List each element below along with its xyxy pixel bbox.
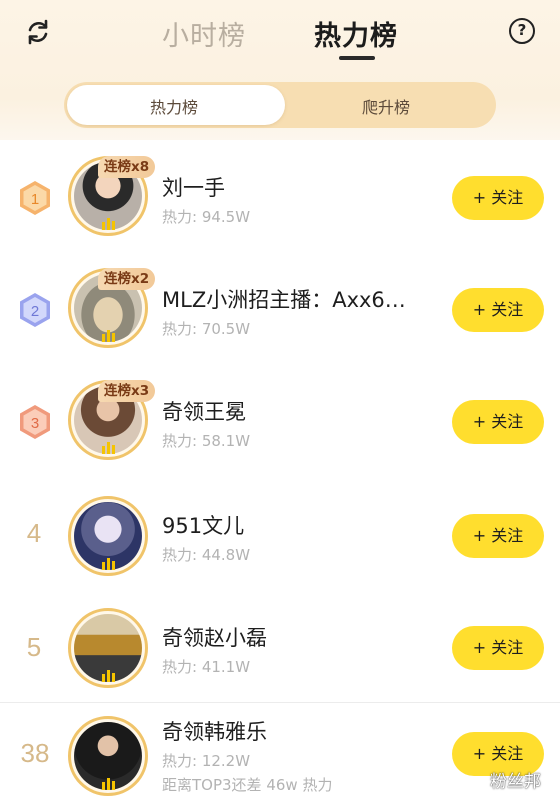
sub-tab-switch: 热力榜 爬升榜 <box>64 82 496 128</box>
follow-button[interactable]: + 关注 <box>452 288 544 332</box>
refresh-icon[interactable] <box>24 18 52 46</box>
heat-value: 热力: 44.8W <box>162 546 251 564</box>
live-bars-icon <box>102 670 115 682</box>
heat-value: 热力: 12.2W <box>162 752 251 770</box>
rank-number: 3 <box>31 415 39 432</box>
tab-active-indicator <box>339 56 375 60</box>
streamer-name: MLZ小洲招主播：Axx6… <box>162 288 406 312</box>
live-bars-icon <box>102 558 115 570</box>
rank-3-badge-icon: 3 <box>20 405 50 439</box>
sub-tab-climb[interactable]: 爬升榜 <box>362 94 410 118</box>
follow-button[interactable]: + 关注 <box>452 176 544 220</box>
rank-number: 1 <box>31 191 39 208</box>
streamer-name: 奇领赵小磊 <box>162 626 267 650</box>
streak-badge: 连榜x3 <box>98 380 156 402</box>
rank-number: 2 <box>31 303 39 320</box>
live-bars-icon <box>102 330 115 342</box>
streamer-name: 951文儿 <box>162 514 245 538</box>
follow-button[interactable]: + 关注 <box>452 400 544 444</box>
gap-to-top3: 距离TOP3还差 46w 热力 <box>162 776 333 794</box>
live-bars-icon <box>102 442 115 454</box>
live-bars-icon <box>102 218 115 230</box>
live-bars-icon <box>102 778 115 790</box>
streamer-name: 奇领王冕 <box>162 400 246 424</box>
list-item[interactable]: 5 奇领赵小磊 热力: 41.1W + 关注 <box>0 590 560 702</box>
heat-value: 热力: 94.5W <box>162 208 251 226</box>
rank-2-badge-icon: 2 <box>20 293 50 327</box>
heat-value: 热力: 58.1W <box>162 432 251 450</box>
tab-heat[interactable]: 热力榜 <box>314 14 398 53</box>
tab-hourly[interactable]: 小时榜 <box>162 14 246 53</box>
streak-badge: 连榜x8 <box>98 156 156 178</box>
watermark: 粉丝邦 <box>490 772 541 792</box>
rank-1-badge-icon: 1 <box>20 181 50 215</box>
help-icon[interactable]: ? <box>509 18 535 44</box>
streamer-name: 奇领韩雅乐 <box>162 720 267 744</box>
follow-button[interactable]: + 关注 <box>452 514 544 558</box>
list-item[interactable]: 2 连榜x2 MLZ小洲招主播：Axx6… 热力: 70.5W + 关注 <box>0 254 560 366</box>
streak-badge: 连榜x2 <box>98 268 156 290</box>
rank-number: 4 <box>26 518 42 548</box>
sub-tab-heat[interactable]: 热力榜 <box>150 94 198 118</box>
follow-button[interactable]: + 关注 <box>452 626 544 670</box>
rank-number: 5 <box>26 632 42 662</box>
list-item[interactable]: 1 连榜x8 刘一手 热力: 94.5W + 关注 <box>0 142 560 254</box>
rank-number: 38 <box>20 738 50 768</box>
heat-value: 热力: 70.5W <box>162 320 251 338</box>
streamer-name: 刘一手 <box>162 176 225 200</box>
divider <box>0 702 560 703</box>
list-item[interactable]: 3 连榜x3 奇领王冕 热力: 58.1W + 关注 <box>0 366 560 478</box>
heat-value: 热力: 41.1W <box>162 658 251 676</box>
list-item[interactable]: 4 951文儿 热力: 44.8W + 关注 <box>0 478 560 590</box>
